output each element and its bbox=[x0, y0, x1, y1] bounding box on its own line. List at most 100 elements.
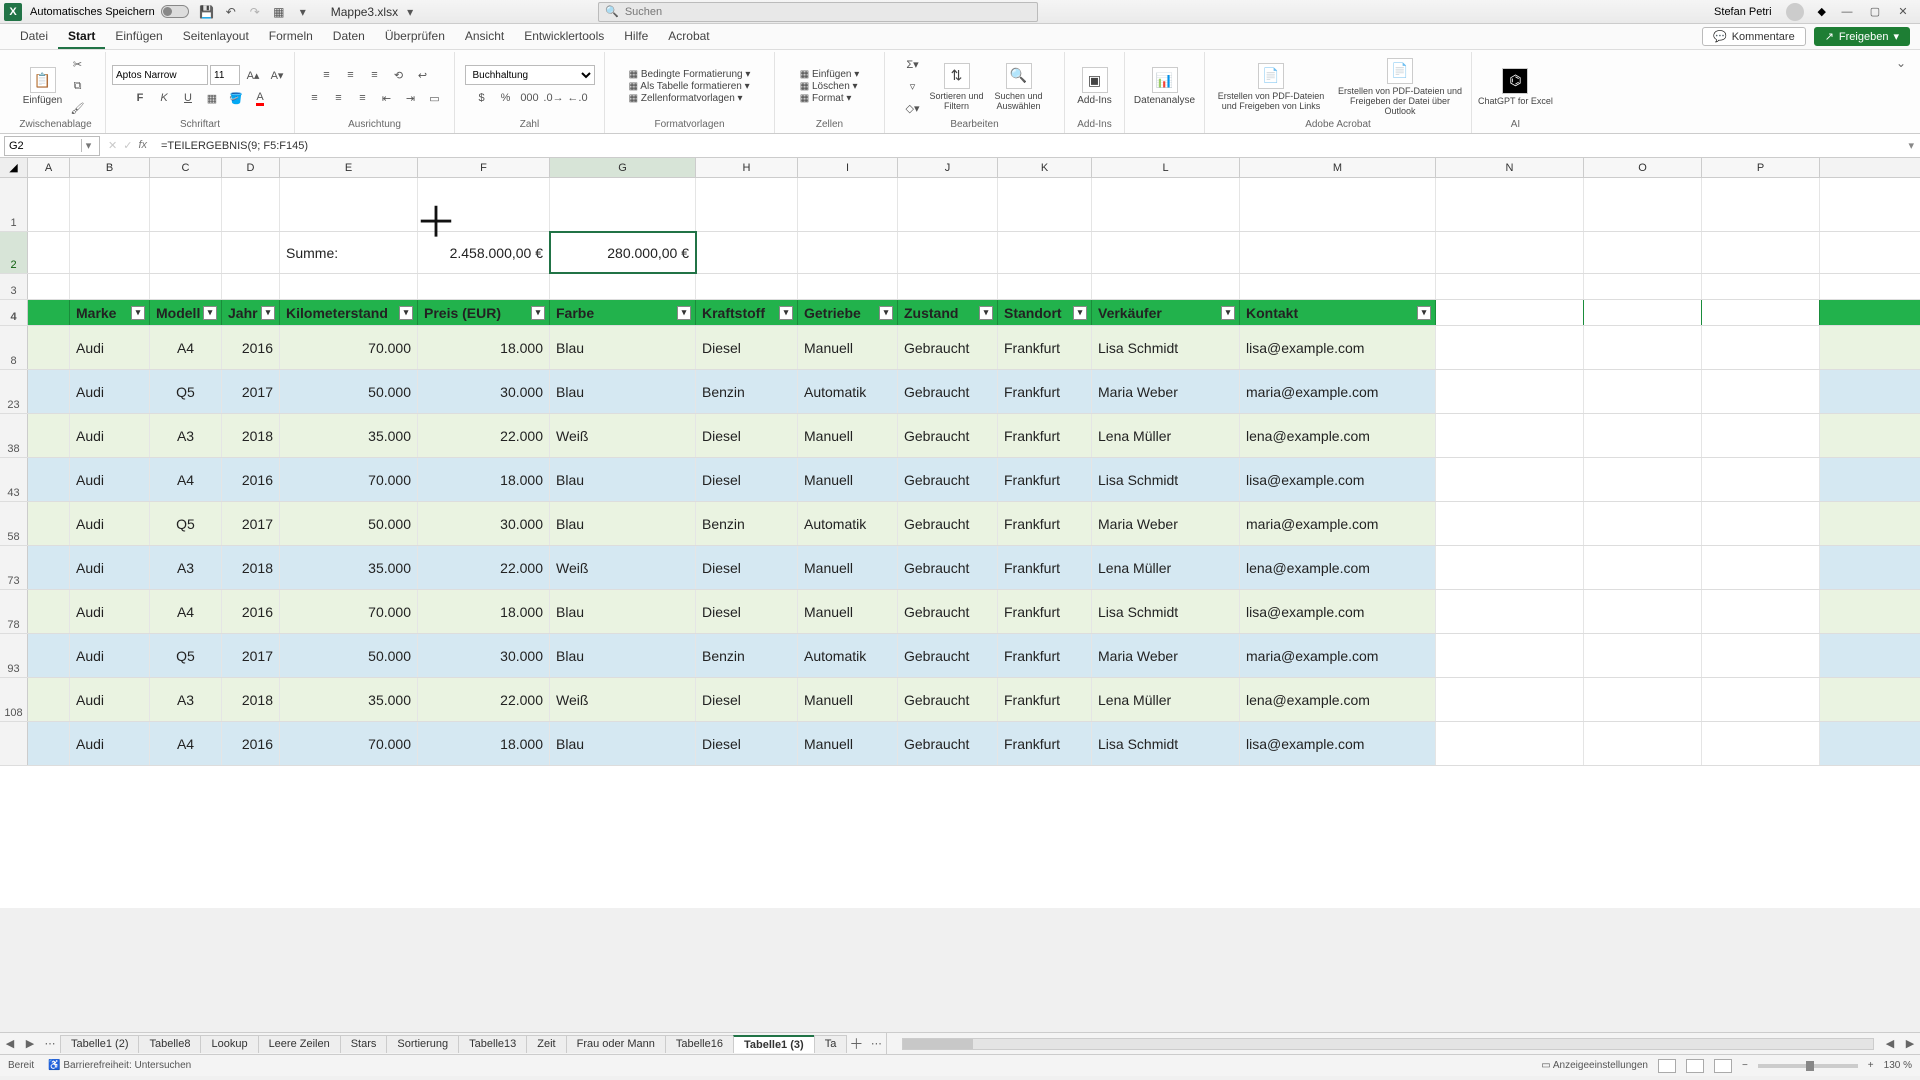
cell[interactable]: Audi bbox=[70, 634, 150, 677]
cell[interactable]: Gebraucht bbox=[898, 458, 998, 501]
cell[interactable]: Frankfurt bbox=[998, 722, 1092, 765]
cell[interactable] bbox=[798, 178, 898, 231]
cell[interactable] bbox=[1436, 370, 1584, 413]
cell[interactable]: Benzin bbox=[696, 370, 798, 413]
cell[interactable]: A4 bbox=[150, 458, 222, 501]
cell[interactable]: Gebraucht bbox=[898, 546, 998, 589]
bold-icon[interactable]: F bbox=[129, 88, 151, 108]
cell[interactable] bbox=[28, 546, 70, 589]
filter-icon[interactable]: ▾ bbox=[879, 306, 893, 320]
autosave-toggle[interactable]: Automatisches Speichern bbox=[30, 5, 189, 18]
cell[interactable]: 50.000 bbox=[280, 370, 418, 413]
cell[interactable] bbox=[798, 274, 898, 299]
cell[interactable]: lena@example.com bbox=[1240, 546, 1436, 589]
row-header[interactable]: 58 bbox=[0, 502, 28, 545]
table-header-getriebe[interactable]: Getriebe▾ bbox=[798, 300, 898, 325]
display-settings-button[interactable]: ▭ Anzeigeeinstellungen bbox=[1541, 1060, 1648, 1071]
underline-icon[interactable]: U bbox=[177, 88, 199, 108]
cell[interactable]: Blau bbox=[550, 502, 696, 545]
cell[interactable]: 50.000 bbox=[280, 634, 418, 677]
cell[interactable] bbox=[222, 232, 280, 273]
horizontal-scrollbar[interactable] bbox=[902, 1038, 1874, 1050]
cell[interactable] bbox=[280, 274, 418, 299]
selected-cell[interactable]: 280.000,00 € bbox=[550, 232, 696, 273]
table-header-standort[interactable]: Standort▾ bbox=[998, 300, 1092, 325]
cell[interactable]: Manuell bbox=[798, 546, 898, 589]
menu-tab-hilfe[interactable]: Hilfe bbox=[614, 25, 658, 49]
menu-tab-acrobat[interactable]: Acrobat bbox=[658, 25, 719, 49]
toggle-switch-icon[interactable] bbox=[161, 5, 189, 18]
cell[interactable] bbox=[1702, 274, 1820, 299]
decrease-indent-icon[interactable]: ⇤ bbox=[376, 88, 398, 108]
cell[interactable] bbox=[28, 370, 70, 413]
column-header-D[interactable]: D bbox=[222, 158, 280, 177]
column-header-G[interactable]: G bbox=[550, 158, 696, 177]
cell[interactable]: 35.000 bbox=[280, 678, 418, 721]
cell[interactable] bbox=[1702, 370, 1820, 413]
cell[interactable] bbox=[28, 634, 70, 677]
sheet-tab[interactable]: Tabelle1 (3) bbox=[733, 1035, 815, 1053]
comma-icon[interactable]: 000 bbox=[519, 88, 541, 108]
cell[interactable]: 30.000 bbox=[418, 502, 550, 545]
merge-icon[interactable]: ▭ bbox=[424, 88, 446, 108]
cell[interactable]: 18.000 bbox=[418, 722, 550, 765]
find-select-button[interactable]: 🔍 Suchen und Auswählen bbox=[990, 63, 1048, 111]
cell[interactable] bbox=[28, 300, 70, 325]
menu-tab-daten[interactable]: Daten bbox=[323, 25, 375, 49]
cell[interactable] bbox=[1702, 722, 1820, 765]
cell[interactable] bbox=[1240, 178, 1436, 231]
cell[interactable] bbox=[150, 274, 222, 299]
table-header-zustand[interactable]: Zustand▾ bbox=[898, 300, 998, 325]
cell[interactable]: Frankfurt bbox=[998, 326, 1092, 369]
cell[interactable] bbox=[1702, 232, 1820, 273]
row-header[interactable]: 38 bbox=[0, 414, 28, 457]
cell[interactable]: Frankfurt bbox=[998, 678, 1092, 721]
minimize-icon[interactable]: — bbox=[1840, 5, 1854, 19]
cell[interactable]: Manuell bbox=[798, 722, 898, 765]
cell[interactable]: Audi bbox=[70, 590, 150, 633]
cell[interactable]: Frankfurt bbox=[998, 370, 1092, 413]
name-box-dropdown-icon[interactable]: ▾ bbox=[81, 139, 95, 152]
menu-tab-start[interactable]: Start bbox=[58, 25, 105, 49]
cell[interactable]: A3 bbox=[150, 546, 222, 589]
table-header-kilometerstand[interactable]: Kilometerstand▾ bbox=[280, 300, 418, 325]
column-header-K[interactable]: K bbox=[998, 158, 1092, 177]
filter-icon[interactable]: ▾ bbox=[1417, 306, 1431, 320]
cell[interactable]: 18.000 bbox=[418, 326, 550, 369]
cell[interactable] bbox=[1092, 178, 1240, 231]
chatgpt-button[interactable]: ⌬ ChatGPT for Excel bbox=[1478, 68, 1553, 106]
cell[interactable]: Audi bbox=[70, 722, 150, 765]
table-header-kraftstoff[interactable]: Kraftstoff▾ bbox=[696, 300, 798, 325]
cell[interactable] bbox=[1584, 274, 1702, 299]
cell[interactable]: Diesel bbox=[696, 414, 798, 457]
cell[interactable]: 50.000 bbox=[280, 502, 418, 545]
cell[interactable]: lisa@example.com bbox=[1240, 326, 1436, 369]
accept-formula-icon[interactable]: ✓ bbox=[123, 139, 132, 152]
cell[interactable] bbox=[1436, 232, 1584, 273]
cell[interactable]: Benzin bbox=[696, 634, 798, 677]
cell[interactable] bbox=[28, 590, 70, 633]
cell[interactable]: Diesel bbox=[696, 458, 798, 501]
cell[interactable] bbox=[1584, 502, 1702, 545]
percent-icon[interactable]: % bbox=[495, 88, 517, 108]
conditional-formatting-button[interactable]: ▦ Bedingte Formatierung ▾ bbox=[629, 69, 751, 80]
cell[interactable]: Q5 bbox=[150, 370, 222, 413]
select-all-corner[interactable]: ◢ bbox=[0, 158, 28, 177]
cell[interactable]: Automatik bbox=[798, 502, 898, 545]
scroll-right-icon[interactable]: ▶ bbox=[1900, 1037, 1920, 1050]
column-header-M[interactable]: M bbox=[1240, 158, 1436, 177]
worksheet-grid[interactable]: 12Summe:2.458.000,00 €280.000,00 €34Mark… bbox=[0, 178, 1920, 908]
user-avatar-icon[interactable] bbox=[1786, 3, 1804, 21]
sheet-tab[interactable]: Leere Zeilen bbox=[258, 1035, 341, 1053]
decrease-font-icon[interactable]: A▾ bbox=[266, 65, 288, 85]
number-format-select[interactable]: Buchhaltung bbox=[465, 65, 595, 85]
cell[interactable]: maria@example.com bbox=[1240, 502, 1436, 545]
cell[interactable]: Frankfurt bbox=[998, 634, 1092, 677]
cell[interactable]: lisa@example.com bbox=[1240, 722, 1436, 765]
insert-cells-button[interactable]: ▦ Einfügen ▾ bbox=[800, 69, 860, 80]
cell[interactable]: lisa@example.com bbox=[1240, 590, 1436, 633]
cell[interactable]: Gebraucht bbox=[898, 326, 998, 369]
sheet-nav-prev-icon[interactable]: ◀ bbox=[0, 1037, 20, 1050]
cell[interactable]: Blau bbox=[550, 458, 696, 501]
cell[interactable] bbox=[1702, 502, 1820, 545]
